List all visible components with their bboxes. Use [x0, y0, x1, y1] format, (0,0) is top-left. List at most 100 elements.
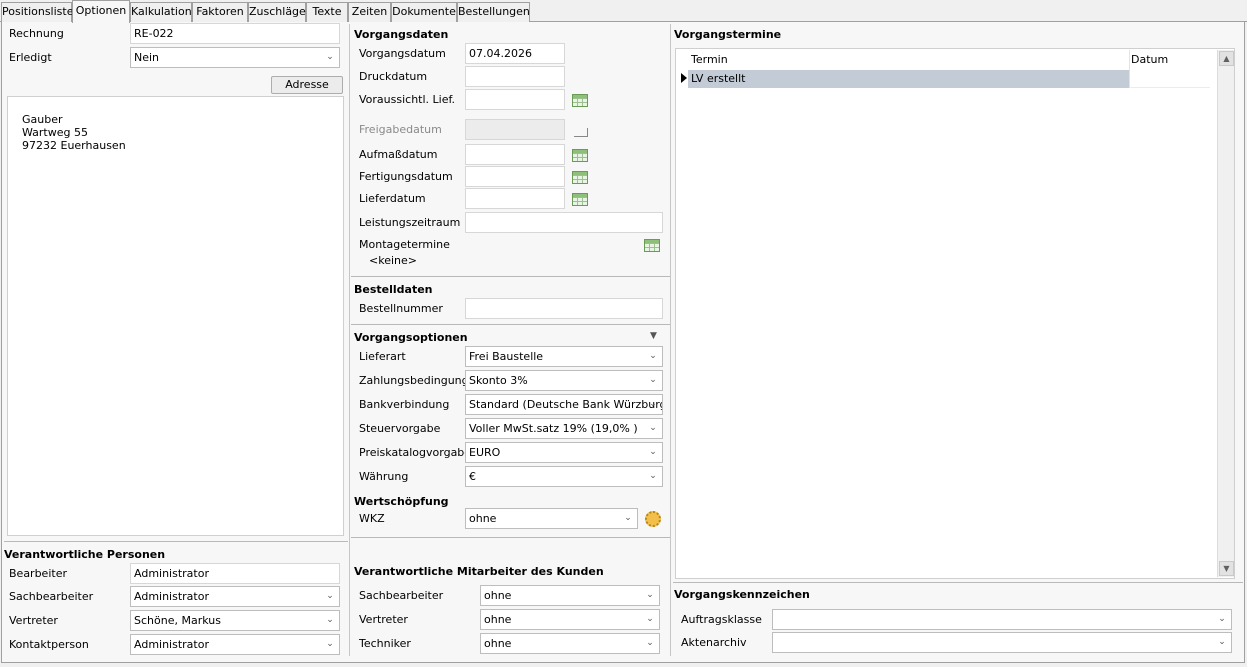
tab-dokumente[interactable]: Dokumente	[391, 2, 457, 22]
tab-zuschlaege[interactable]: Zuschläge	[248, 2, 306, 22]
calendar-icon[interactable]	[572, 193, 588, 206]
kunden-techniker-select[interactable]: ohne ⌄	[480, 633, 660, 654]
leistungszeitraum-label: Leistungszeitraum	[359, 216, 461, 229]
bestellnummer-field[interactable]	[465, 298, 663, 319]
rechnung-label: Rechnung	[9, 27, 64, 40]
tab-zeiten[interactable]: Zeiten	[348, 2, 391, 22]
chevron-down-icon: ⌄	[649, 351, 657, 361]
termine-grid[interactable]: Termin Datum LV erstellt ▲ ▼	[675, 48, 1235, 579]
column-header-datum[interactable]: Datum	[1131, 53, 1168, 66]
lieferart-select[interactable]: Frei Baustelle ⌄	[465, 346, 663, 367]
erledigt-value: Nein	[134, 51, 160, 64]
column-divider	[349, 24, 350, 656]
tab-faktoren[interactable]: Faktoren	[192, 2, 248, 22]
rechnung-field[interactable]: RE-022	[130, 23, 340, 44]
adresse-button[interactable]: Adresse	[271, 76, 343, 94]
leistungszeitraum-field[interactable]	[465, 212, 663, 233]
kontaktperson-value: Administrator	[134, 638, 209, 651]
voraussichtl-lief-field[interactable]	[465, 89, 565, 110]
waehrung-label: Währung	[359, 470, 409, 483]
wertschoepfung-heading: Wertschöpfung	[354, 495, 449, 508]
chevron-down-icon: ⌄	[646, 638, 654, 648]
divider	[351, 324, 670, 325]
bearbeiter-label: Bearbeiter	[9, 567, 67, 580]
aktenarchiv-label: Aktenarchiv	[681, 636, 747, 649]
vertreter-label: Vertreter	[9, 614, 58, 627]
chevron-down-icon: ⌄	[646, 614, 654, 624]
montagetermine-value: <keine>	[369, 254, 417, 267]
sachbearbeiter-select[interactable]: Administrator ⌄	[130, 586, 340, 607]
vorgangsdatum-label: Vorgangsdatum	[359, 47, 446, 60]
bankverbindung-select[interactable]: Standard (Deutsche Bank Würzburg) ⌄	[465, 394, 663, 415]
lieferart-value: Frei Baustelle	[469, 350, 544, 363]
kunden-sachbearbeiter-label: Sachbearbeiter	[359, 589, 444, 602]
address-box[interactable]: Gauber Wartweg 55 97232 Euerhausen	[7, 96, 344, 536]
aufmassdatum-label: Aufmaßdatum	[359, 148, 438, 161]
druckdatum-field[interactable]	[465, 66, 565, 87]
lieferdatum-label: Lieferdatum	[359, 192, 426, 205]
calendar-icon[interactable]	[572, 94, 588, 107]
fertigungsdatum-field[interactable]	[465, 166, 565, 187]
chevron-down-icon: ⌄	[326, 52, 334, 62]
tab-positionsliste[interactable]: Positionsliste	[1, 2, 73, 22]
kontaktperson-select[interactable]: Administrator ⌄	[130, 634, 340, 655]
aktenarchiv-select[interactable]: ⌄	[772, 632, 1232, 653]
tab-bestellungen[interactable]: Bestellungen	[457, 2, 530, 22]
table-cell-datum	[1129, 70, 1210, 88]
vorgangskennzeichen-heading: Vorgangskennzeichen	[674, 588, 810, 601]
calendar-icon	[574, 128, 588, 137]
tab-kalkulation[interactable]: Kalkulation	[130, 2, 192, 22]
chevron-down-icon: ⌄	[326, 591, 334, 601]
chevron-down-icon: ⌄	[649, 471, 657, 481]
table-row[interactable]: LV erstellt	[678, 70, 1210, 88]
scroll-down-icon[interactable]: ▼	[1219, 561, 1234, 576]
divider	[673, 582, 1243, 583]
steuervorgabe-select[interactable]: Voller MwSt.satz 19% (19,0% ) ⌄	[465, 418, 663, 439]
erledigt-select[interactable]: Nein ⌄	[130, 47, 340, 68]
preiskatalogvorgabe-select[interactable]: EURO ⌄	[465, 442, 663, 463]
chevron-down-icon: ⌄	[1218, 614, 1226, 624]
freigabedatum-label: Freigabedatum	[359, 123, 442, 136]
kunden-sachbearbeiter-select[interactable]: ohne ⌄	[480, 585, 660, 606]
gear-icon[interactable]	[645, 511, 661, 527]
kunden-sachbearbeiter-value: ohne	[484, 589, 512, 602]
kunden-vertreter-select[interactable]: ohne ⌄	[480, 609, 660, 630]
kunden-vertreter-label: Vertreter	[359, 613, 408, 626]
bearbeiter-field[interactable]: Administrator	[130, 563, 340, 584]
vertreter-value: Schöne, Markus	[134, 614, 221, 627]
kunden-mitarbeiter-heading: Verantwortliche Mitarbeiter des Kunden	[354, 565, 604, 578]
personen-heading: Verantwortliche Personen	[4, 548, 166, 561]
calendar-icon[interactable]	[572, 171, 588, 184]
vertreter-select[interactable]: Schöne, Markus ⌄	[130, 610, 340, 631]
vertical-scrollbar[interactable]: ▲ ▼	[1217, 50, 1234, 577]
zahlungsbedingung-select[interactable]: Skonto 3% ⌄	[465, 370, 663, 391]
waehrung-select[interactable]: € ⌄	[465, 466, 663, 487]
steuervorgabe-value: Voller MwSt.satz 19% (19,0% )	[469, 422, 638, 435]
calendar-icon[interactable]	[572, 149, 588, 162]
montagetermine-label: Montagetermine	[359, 238, 450, 251]
voraussichtl-lief-label: Voraussichtl. Lief.	[359, 93, 456, 106]
sachbearbeiter-label: Sachbearbeiter	[9, 590, 94, 603]
tab-optionen[interactable]: Optionen	[72, 0, 130, 23]
auftragsklasse-label: Auftragsklasse	[681, 613, 762, 626]
collapse-triangle-icon[interactable]: ▼	[650, 331, 657, 341]
aufmassdatum-field[interactable]	[465, 144, 565, 165]
fertigungsdatum-label: Fertigungsdatum	[359, 170, 453, 183]
tab-bar: Positionsliste Optionen Kalkulation Fakt…	[0, 0, 1247, 23]
column-header-termin[interactable]: Termin	[691, 53, 728, 66]
tab-texte[interactable]: Texte	[306, 2, 348, 22]
kunden-techniker-value: ohne	[484, 637, 512, 650]
auftragsklasse-select[interactable]: ⌄	[772, 609, 1232, 630]
sachbearbeiter-value: Administrator	[134, 590, 209, 603]
bestellnummer-label: Bestellnummer	[359, 302, 443, 315]
wkz-select[interactable]: ohne ⌄	[465, 508, 638, 529]
vorgangsoptionen-heading: Vorgangsoptionen	[354, 331, 468, 344]
vorgangsdatum-field[interactable]: 07.04.2026	[465, 43, 565, 64]
scroll-up-icon[interactable]: ▲	[1219, 51, 1234, 66]
vorgangstermine-heading: Vorgangstermine	[674, 28, 782, 41]
lieferdatum-field[interactable]	[465, 188, 565, 209]
chevron-down-icon: ⌄	[649, 447, 657, 457]
divider	[351, 537, 670, 538]
calendar-icon[interactable]	[644, 239, 660, 252]
lieferart-label: Lieferart	[359, 350, 406, 363]
